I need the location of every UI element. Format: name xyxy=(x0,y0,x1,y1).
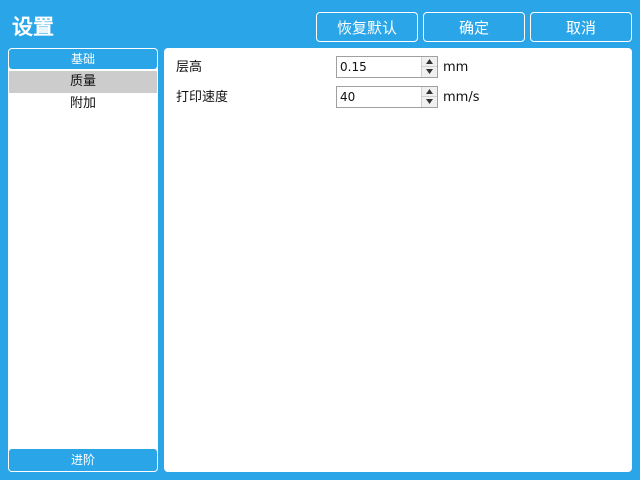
layer-height-increment[interactable] xyxy=(421,57,437,67)
sidebar-item-extra[interactable]: 附加 xyxy=(9,93,157,115)
layer-height-label: 层高 xyxy=(176,60,203,75)
arrow-down-icon xyxy=(426,99,433,104)
sidebar-item-quality[interactable]: 质量 xyxy=(9,71,157,93)
print-speed-increment[interactable] xyxy=(421,87,437,97)
sidebar: 基础 质量 附加 进阶 xyxy=(8,48,158,472)
ok-button[interactable]: 确定 xyxy=(423,12,525,42)
arrow-up-icon xyxy=(426,89,433,94)
settings-panel: 层高 mm 打印速度 mm/s xyxy=(164,48,632,472)
layer-height-unit: mm xyxy=(443,60,469,75)
arrow-down-icon xyxy=(426,69,433,74)
print-speed-decrement[interactable] xyxy=(421,97,437,107)
sidebar-section-basic[interactable]: 基础 xyxy=(9,49,157,69)
layer-height-decrement[interactable] xyxy=(421,67,437,77)
layer-height-spinbox xyxy=(336,56,438,78)
layer-height-input[interactable] xyxy=(337,57,421,77)
print-speed-input[interactable] xyxy=(337,87,421,107)
print-speed-label: 打印速度 xyxy=(176,90,229,105)
arrow-up-icon xyxy=(426,59,433,64)
sidebar-section-advanced[interactable]: 进阶 xyxy=(9,449,157,471)
print-speed-unit: mm/s xyxy=(443,90,480,105)
cancel-button[interactable]: 取消 xyxy=(530,12,632,42)
print-speed-spinbox xyxy=(336,86,438,108)
restore-defaults-button[interactable]: 恢复默认 xyxy=(316,12,418,42)
window-title: 设置 xyxy=(12,15,54,39)
